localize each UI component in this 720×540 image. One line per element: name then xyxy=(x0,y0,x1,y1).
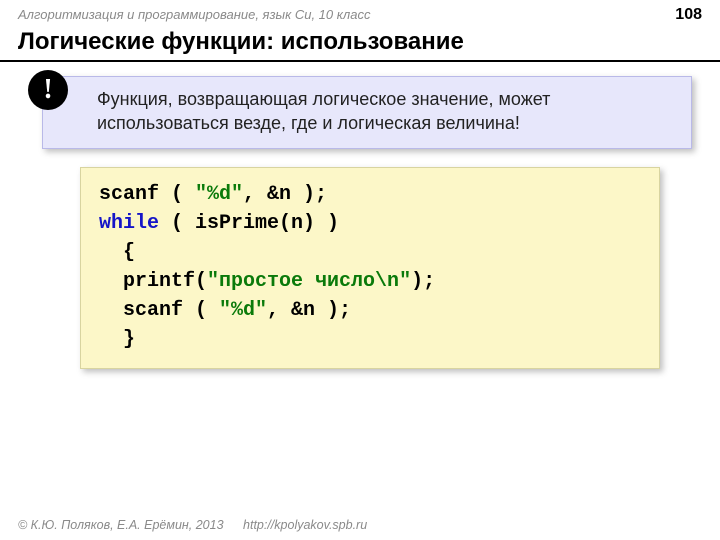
copyright-text: © К.Ю. Поляков, Е.А. Ерёмин, 2013 xyxy=(18,518,224,532)
code-token: printf( xyxy=(99,270,207,293)
code-token: ( isPrime(n) ) xyxy=(159,212,339,235)
slide-header: Алгоритмизация и программирование, язык … xyxy=(0,0,720,26)
callout-text: Функция, возвращающая логическое значени… xyxy=(42,76,692,149)
code-string: "простое число\n" xyxy=(207,270,411,293)
code-token: } xyxy=(99,328,135,351)
code-string: "%d" xyxy=(195,183,243,206)
code-token: , &n ); xyxy=(243,183,327,206)
page-title: Логические функции: использование xyxy=(0,26,720,62)
slide-footer: © К.Ю. Поляков, Е.А. Ерёмин, 2013 http:/… xyxy=(18,518,367,532)
exclamation-icon: ! xyxy=(28,70,68,110)
code-keyword: while xyxy=(99,212,159,235)
code-token: scanf ( xyxy=(99,299,219,322)
code-token: ); xyxy=(411,270,435,293)
course-label: Алгоритмизация и программирование, язык … xyxy=(18,7,370,22)
callout-block: ! Функция, возвращающая логическое значе… xyxy=(42,76,692,149)
code-block: scanf ( "%d", &n ); while ( isPrime(n) )… xyxy=(80,167,660,369)
page-number: 108 xyxy=(675,6,702,24)
code-token: scanf ( xyxy=(99,183,195,206)
code-token: { xyxy=(99,241,135,264)
code-string: "%d" xyxy=(219,299,267,322)
code-token: , &n ); xyxy=(267,299,351,322)
footer-url: http://kpolyakov.spb.ru xyxy=(243,518,367,532)
